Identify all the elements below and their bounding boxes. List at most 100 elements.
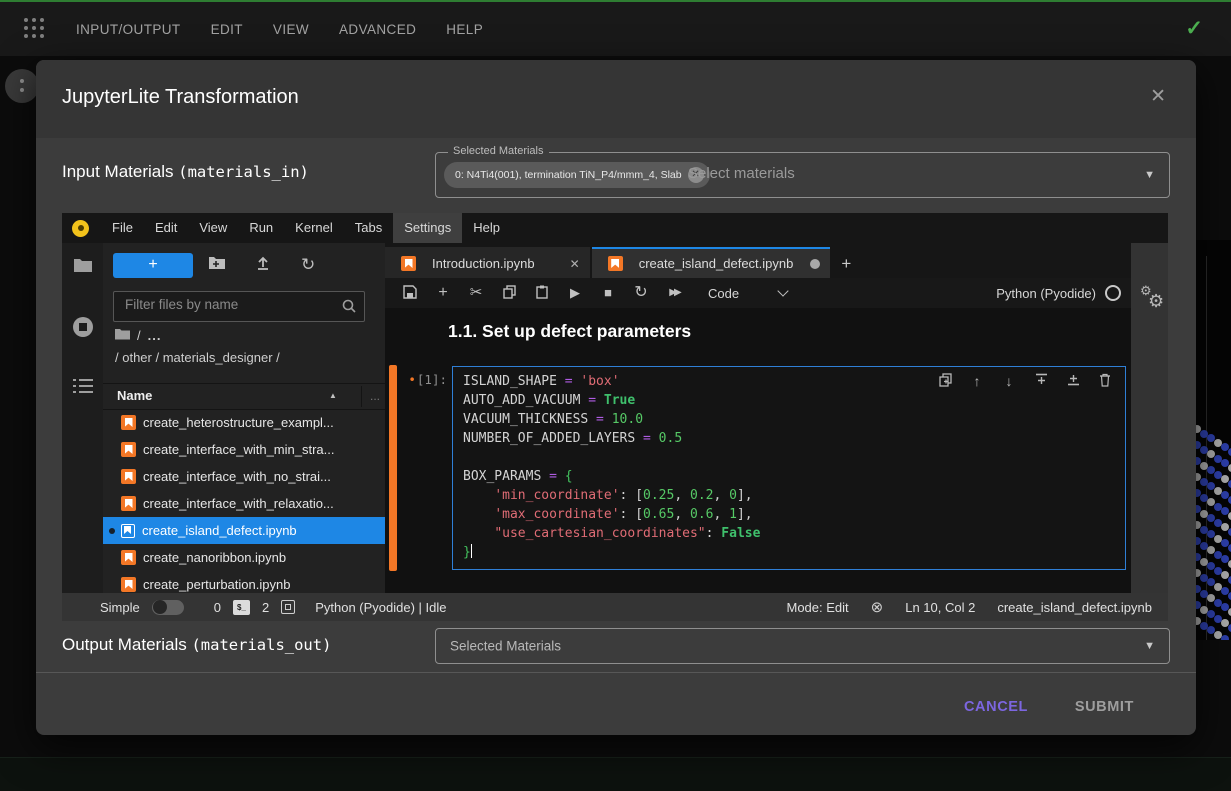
insert-cell-above-icon[interactable] (1033, 373, 1049, 389)
file-name: create_interface_with_relaxatio... (143, 496, 334, 511)
code-line: BOX_PARAMS = { (463, 467, 760, 486)
modified-column-header[interactable]: ... (361, 386, 380, 407)
jupyter-menu-item-run[interactable]: Run (238, 213, 284, 243)
jupyter-menu-item-file[interactable]: File (101, 213, 144, 243)
file-list-header[interactable]: Name ▲ ... (103, 383, 385, 410)
top-menu-item-input-output[interactable]: INPUT/OUTPUT (76, 22, 181, 37)
jupyterlite-logo-icon (72, 220, 89, 237)
file-item-create-heterostructure-exampl[interactable]: create_heterostructure_exampl... (103, 409, 385, 436)
file-item-create-perturbation-ipynb[interactable]: create_perturbation.ipynb (103, 571, 385, 593)
file-browser-icon[interactable] (62, 257, 103, 278)
chevron-down-icon[interactable]: ▼ (1144, 640, 1155, 652)
tab-label: Introduction.ipynb (432, 256, 535, 271)
jupyter-menu-item-settings[interactable]: Settings (393, 213, 462, 243)
selected-materials-legend: Selected Materials (448, 145, 549, 157)
kernel-status-icon (1105, 285, 1121, 301)
move-cell-up-icon[interactable]: ↑ (969, 373, 985, 389)
home-folder-icon[interactable] (115, 328, 130, 343)
chevron-down-icon[interactable]: ▼ (1144, 169, 1155, 181)
code-cell-editor[interactable]: ISLAND_SHAPE = 'box'AUTO_ADD_VACUUM = Tr… (452, 366, 1126, 570)
notebook-file-icon (121, 550, 136, 565)
run-cell-icon[interactable]: ▶ (567, 285, 583, 301)
selected-materials-field[interactable]: Selected Materials 0: N4Ti4(001), termin… (435, 152, 1170, 198)
cancel-button[interactable]: CANCEL (964, 699, 1028, 715)
code-line: "use_cartesian_coordinates": False (463, 524, 760, 543)
copy-cells-icon[interactable] (501, 285, 517, 301)
tab-introduction-ipynb[interactable]: Introduction.ipynb ✕ (385, 247, 590, 278)
refresh-icon[interactable]: ↻ (301, 255, 321, 275)
move-cell-down-icon[interactable]: ↓ (1001, 373, 1017, 389)
cell-collapser[interactable] (389, 365, 397, 571)
material-chip-label: 0: N4Ti4(001), termination TiN_P4/mmm_4,… (455, 169, 682, 181)
tab-label: create_island_defect.ipynb (639, 256, 794, 271)
upload-icon[interactable] (255, 255, 275, 275)
kernel-chip-icon[interactable] (281, 600, 295, 614)
jupyter-status-bar: Simple 0 $_ 2 Python (Pyodide) | Idle Mo… (62, 593, 1168, 621)
terminal-count[interactable]: 0 (214, 600, 221, 615)
select-materials-input[interactable] (686, 164, 1110, 183)
file-item-create-island-defect-ipynb[interactable]: create_island_defect.ipynb (103, 517, 385, 544)
cut-cells-icon[interactable]: ✂ (468, 285, 484, 301)
close-icon[interactable]: ✕ (1150, 87, 1166, 106)
insert-cell-icon[interactable]: + (435, 285, 451, 301)
search-icon (341, 298, 357, 319)
insert-cell-below-icon[interactable] (1065, 373, 1081, 389)
save-icon[interactable] (402, 285, 418, 301)
filter-files-input[interactable] (123, 296, 337, 313)
jupyterlite-transformation-dialog: JupyterLite Transformation ✕ Input Mater… (36, 60, 1196, 735)
breadcrumb-ellipsis[interactable]: ... (148, 328, 162, 343)
top-menu-item-help[interactable]: HELP (446, 22, 483, 37)
file-name: create_island_defect.ipynb (142, 523, 297, 538)
file-item-create-interface-with-relaxatio[interactable]: create_interface_with_relaxatio... (103, 490, 385, 517)
top-menu-item-view[interactable]: VIEW (273, 22, 309, 37)
tab-create-island-defect-ipynb[interactable]: create_island_defect.ipynb (592, 247, 831, 278)
material-chip[interactable]: 0: N4Ti4(001), termination TiN_P4/mmm_4,… (444, 162, 710, 188)
new-launcher-button[interactable]: + (113, 253, 193, 278)
check-icon[interactable]: ✓ (1185, 16, 1203, 41)
stop-kernel-icon[interactable]: ■ (600, 285, 616, 301)
output-materials-select[interactable]: Selected Materials ▼ (435, 628, 1170, 664)
file-item-create-interface-with-no-strai[interactable]: create_interface_with_no_strai... (103, 463, 385, 490)
delete-cell-icon[interactable] (1097, 373, 1113, 389)
table-of-contents-icon[interactable] (62, 378, 103, 399)
sort-ascending-icon[interactable]: ▲ (329, 391, 337, 400)
kernel-name[interactable]: Python (Pyodide) (996, 285, 1131, 301)
running-sessions-icon[interactable] (62, 317, 103, 342)
close-tab-icon[interactable]: ✕ (570, 257, 580, 271)
jupyter-menu-item-tabs[interactable]: Tabs (344, 213, 393, 243)
submit-button[interactable]: SUBMIT (1075, 699, 1134, 715)
kernel-count[interactable]: 2 (262, 600, 269, 615)
jupyter-menu-item-kernel[interactable]: Kernel (284, 213, 344, 243)
file-name: create_heterostructure_exampl... (143, 415, 334, 430)
new-tab-button[interactable]: + (832, 249, 860, 278)
unsaved-changes-dot[interactable] (810, 259, 820, 269)
restart-kernel-icon[interactable]: ↻ (633, 285, 649, 301)
restart-run-all-icon[interactable]: ▶▶ (666, 285, 682, 301)
jupyter-menubar: FileEditViewRunKernelTabsSettingsHelp (62, 213, 1168, 243)
notebook-file-icon (401, 256, 416, 271)
dialog-header: JupyterLite Transformation ✕ (36, 60, 1196, 138)
file-item-create-interface-with-min-stra[interactable]: create_interface_with_min_stra... (103, 436, 385, 463)
cursor-position[interactable]: Ln 10, Col 2 (905, 600, 975, 615)
background-floating-button[interactable] (5, 69, 39, 103)
cell-type-select[interactable]: Code (708, 286, 739, 301)
breadcrumb-path[interactable]: / other / materials_designer / (115, 350, 280, 365)
chevron-down-icon[interactable] (777, 285, 788, 296)
jupyter-menu-item-edit[interactable]: Edit (144, 213, 188, 243)
duplicate-cell-icon[interactable] (937, 373, 953, 389)
app-logo-icon[interactable] (24, 18, 46, 40)
kernel-status-text[interactable]: Python (Pyodide) | Idle (315, 600, 446, 615)
top-menu-item-edit[interactable]: EDIT (211, 22, 243, 37)
notebook-file-icon (121, 469, 136, 484)
file-item-create-nanoribbon-ipynb[interactable]: create_nanoribbon.ipynb (103, 544, 385, 571)
new-folder-icon[interactable] (208, 255, 228, 275)
paste-cells-icon[interactable] (534, 285, 550, 301)
breadcrumb-root[interactable]: / (137, 328, 141, 343)
top-menu-item-advanced[interactable]: ADVANCED (339, 22, 416, 37)
jupyter-menu-item-help[interactable]: Help (462, 213, 511, 243)
simple-mode-toggle[interactable] (152, 600, 184, 615)
name-column-header[interactable]: Name (117, 388, 152, 403)
jupyter-menu-item-view[interactable]: View (188, 213, 238, 243)
simple-mode-label: Simple (100, 600, 140, 615)
terminal-icon[interactable]: $_ (233, 600, 250, 615)
